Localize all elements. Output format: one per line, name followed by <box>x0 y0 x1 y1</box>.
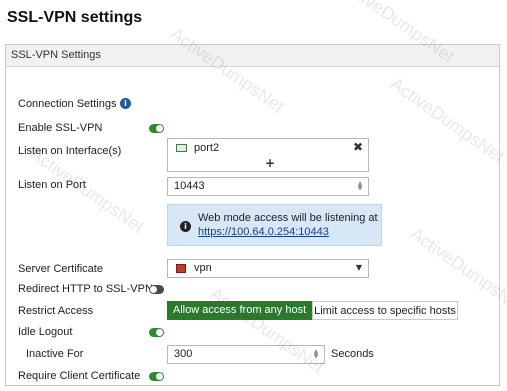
inactive-for-label: Inactive For <box>26 348 84 360</box>
info-icon[interactable]: i <box>120 98 131 109</box>
server-certificate-label: Server Certificate <box>18 263 103 275</box>
listen-on-interfaces-field[interactable]: port2 ✖ + <box>167 138 369 172</box>
connection-settings-title: Connection Settings <box>18 98 117 110</box>
web-mode-notice: i Web mode access will be listening at h… <box>167 204 382 246</box>
listen-on-interfaces-label: Listen on Interface(s) <box>18 145 122 157</box>
inactive-for-value: 300 <box>174 348 193 360</box>
notice-text: Web mode access will be listening at <box>198 212 378 224</box>
inactive-spinner-icon[interactable]: ▲ ▼ <box>312 349 320 360</box>
server-certificate-value: vpn <box>194 262 212 274</box>
listen-on-port-label: Listen on Port <box>18 179 86 191</box>
certificate-icon <box>176 264 186 273</box>
port-spinner-icon[interactable]: ▲ ▼ <box>356 181 364 192</box>
inactive-for-unit: Seconds <box>331 348 374 360</box>
info-icon: i <box>180 221 191 232</box>
require-client-cert-toggle[interactable] <box>149 372 164 381</box>
interface-entry: port2 <box>194 142 220 154</box>
listen-on-port-value: 10443 <box>174 180 205 192</box>
allow-any-host-option[interactable]: Allow access from any host <box>167 301 312 320</box>
inactive-for-input[interactable]: 300 ▲ ▼ <box>167 345 325 364</box>
server-certificate-select[interactable]: vpn ▼ <box>167 259 369 278</box>
enable-sslvpn-label: Enable SSL-VPN <box>18 122 103 134</box>
limit-specific-hosts-option[interactable]: Limit access to specific hosts <box>312 301 458 320</box>
redirect-http-label: Redirect HTTP to SSL-VPN <box>18 283 153 295</box>
listen-on-port-input[interactable]: 10443 ▲ ▼ <box>167 177 369 196</box>
require-client-cert-label: Require Client Certificate <box>18 370 141 382</box>
redirect-http-toggle[interactable] <box>149 285 164 294</box>
remove-interface-icon[interactable]: ✖ <box>353 140 363 154</box>
restrict-access-label: Restrict Access <box>18 305 94 317</box>
page-heading: SSL-VPN settings <box>7 9 143 26</box>
panel-header: SSL-VPN Settings <box>6 45 499 67</box>
idle-logout-label: Idle Logout <box>18 326 73 338</box>
chevron-down-icon: ▼ <box>355 263 362 272</box>
enable-sslvpn-toggle[interactable] <box>149 124 164 133</box>
web-mode-link[interactable]: https://100.64.0.254:10443 <box>198 226 329 238</box>
add-interface-icon[interactable]: + <box>265 156 275 170</box>
idle-logout-toggle[interactable] <box>149 328 164 337</box>
network-port-icon <box>176 144 187 152</box>
